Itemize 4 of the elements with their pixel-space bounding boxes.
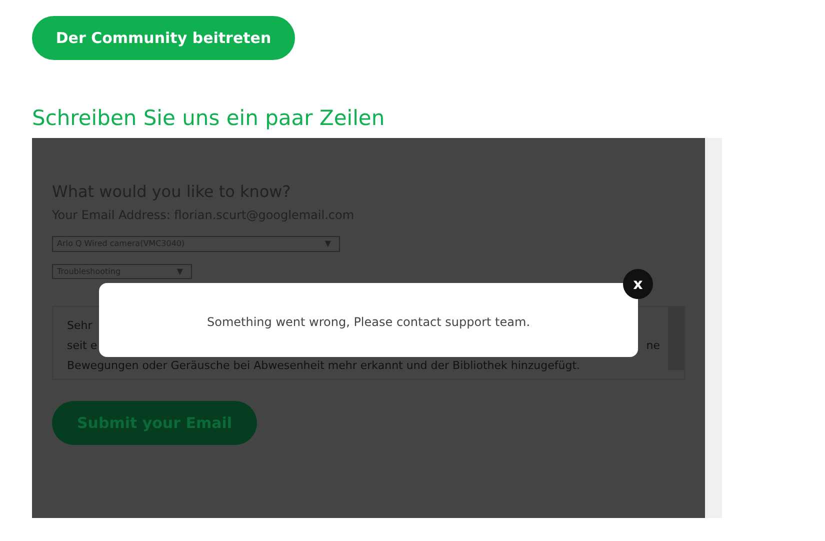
dropdown-arrow: ▼ [176,266,183,278]
section-title: Schreiben Sie uns ein paar Zeilen [32,105,386,132]
error-message: Something went wrong, Please contact support team. [206,314,530,331]
dropdown-arrow: ▼ [324,238,331,250]
